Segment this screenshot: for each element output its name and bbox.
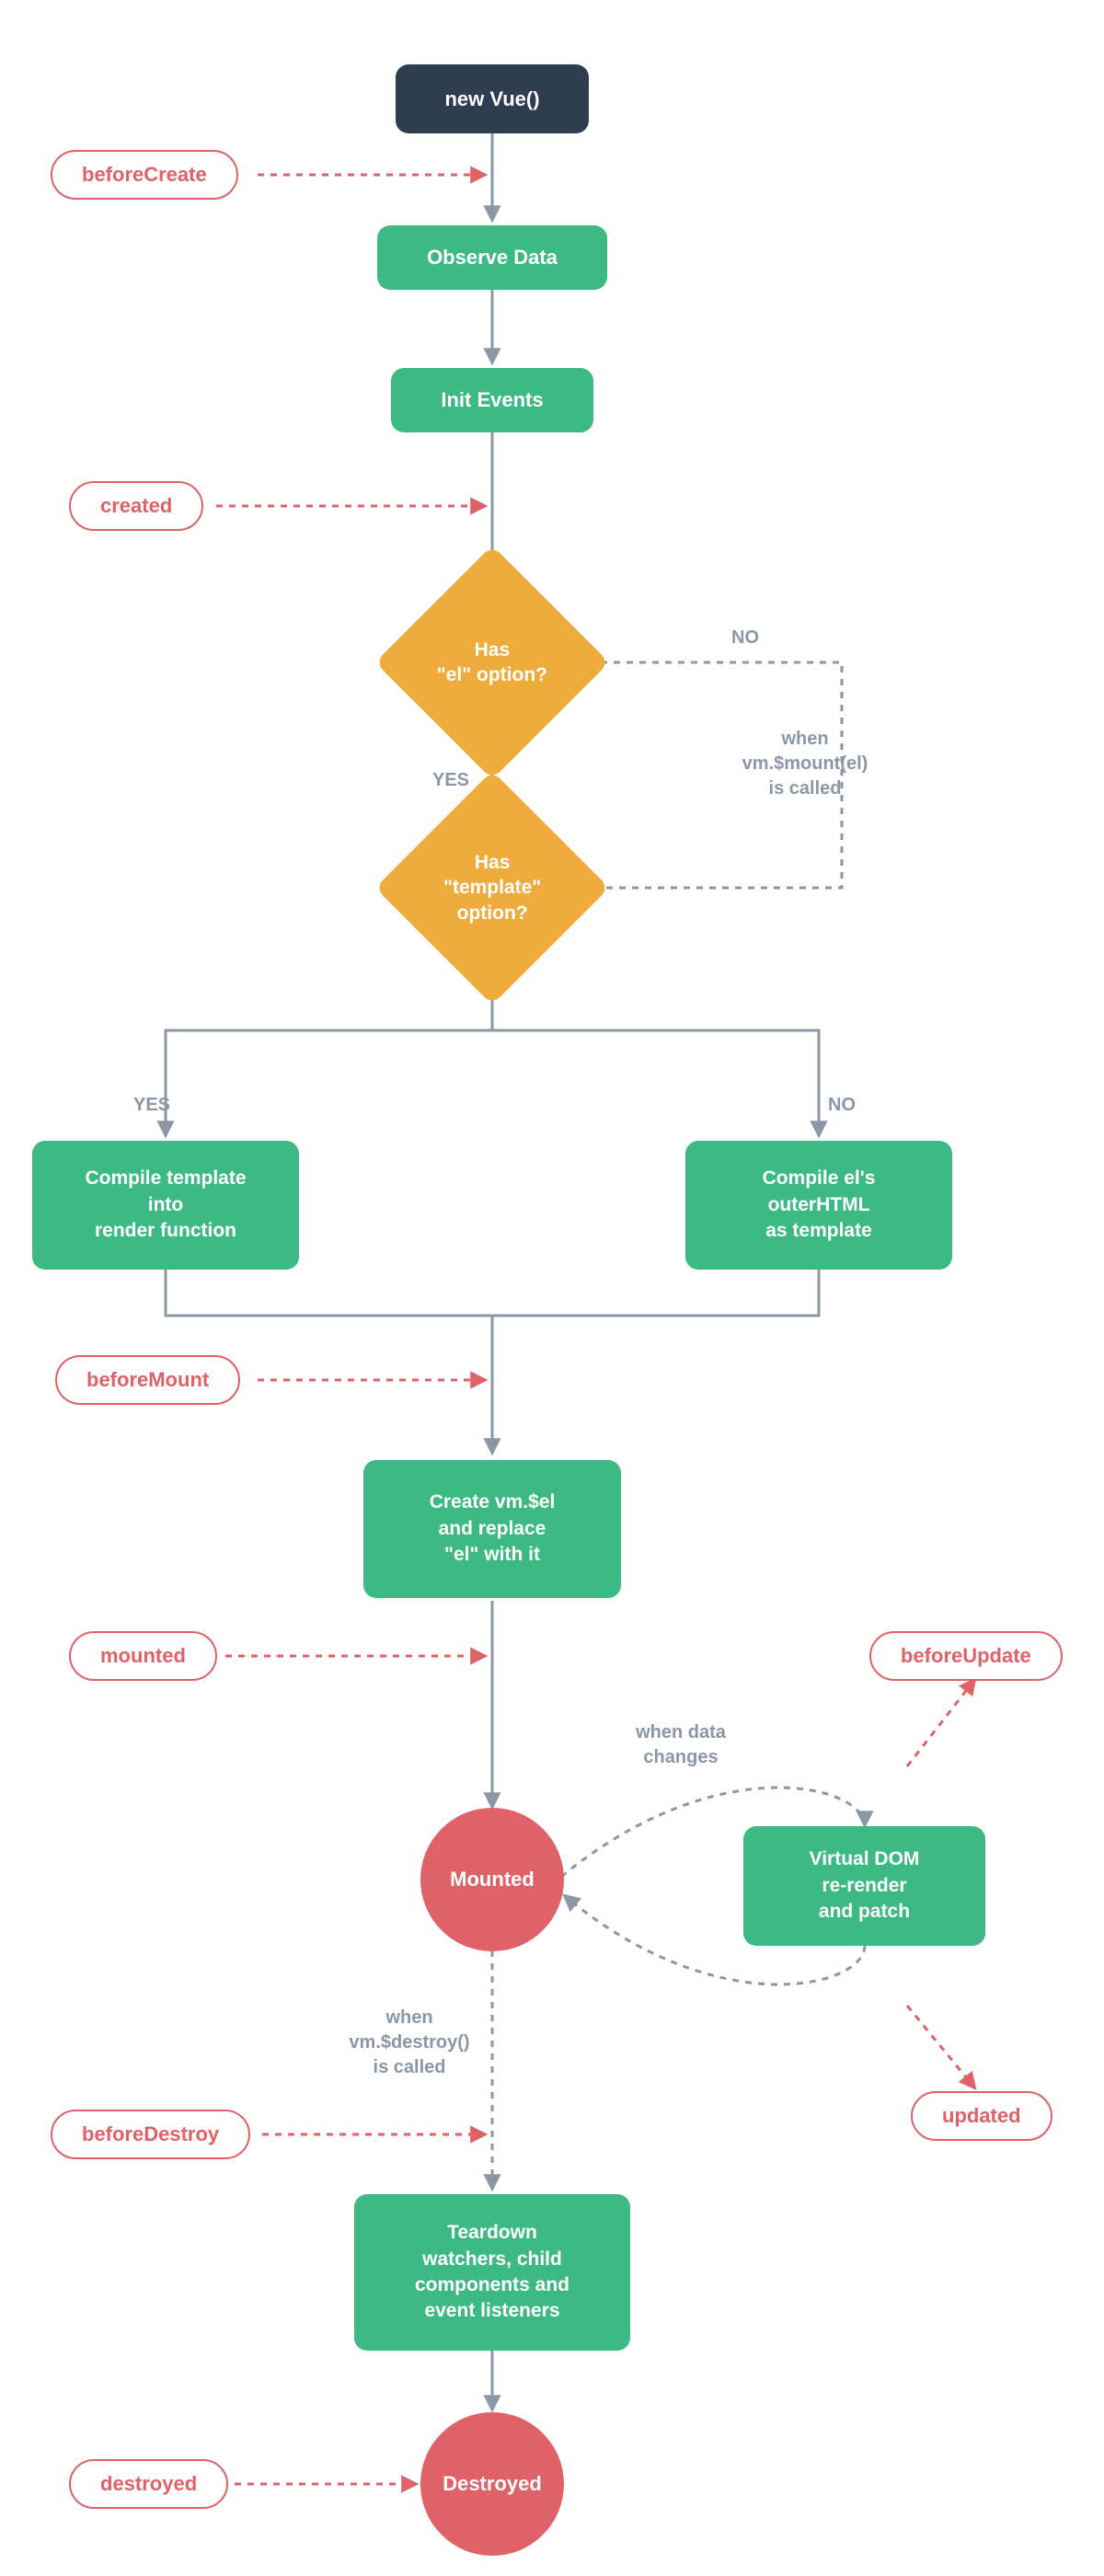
hook-label: updated: [942, 2104, 1021, 2128]
hook-before-update: beforeUpdate: [869, 1631, 1063, 1681]
hook-before-mount: beforeMount: [55, 1355, 240, 1405]
node-label: Has "template" option?: [443, 850, 541, 926]
node-init-events: Init Events: [391, 368, 593, 432]
hook-label: mounted: [100, 1644, 186, 1668]
hook-mounted: mounted: [69, 1631, 217, 1681]
node-new-vue: new Vue(): [396, 64, 589, 133]
hook-label: beforeDestroy: [82, 2122, 219, 2146]
label-yes-template: YES: [133, 1093, 170, 1118]
label-no-template: NO: [828, 1093, 856, 1118]
node-label: Destroyed: [443, 2470, 542, 2498]
label-no-el: NO: [731, 626, 759, 650]
node-label: Observe Data: [427, 244, 558, 271]
node-observe-data: Observe Data: [377, 225, 607, 290]
label-when-mount: when vm.$mount(el) is called: [699, 727, 911, 801]
node-label: Compile el's outerHTML as template: [763, 1166, 876, 1244]
node-label: Create vm.$el and replace "el" with it: [430, 1489, 556, 1568]
node-label: Teardown watchers, child components and …: [415, 2220, 569, 2324]
node-label: Init Events: [441, 386, 543, 414]
hook-label: beforeUpdate: [901, 1644, 1031, 1668]
label-when-destroy: when vm.$destroy() is called: [317, 2006, 501, 2080]
lifecycle-diagram: new Vue() Observe Data Init Events Has "…: [0, 0, 1104, 2576]
node-label: Virtual DOM re-render and patch: [810, 1846, 920, 1925]
hook-label: beforeCreate: [82, 163, 207, 187]
node-create-vm-el: Create vm.$el and replace "el" with it: [363, 1460, 621, 1598]
node-teardown: Teardown watchers, child components and …: [354, 2194, 630, 2351]
node-compile-el-outerhtml: Compile el's outerHTML as template: [685, 1141, 952, 1270]
hook-destroyed: destroyed: [69, 2459, 228, 2509]
label-when-data-changes: when data changes: [598, 1720, 764, 1770]
label-yes-el: YES: [432, 768, 469, 793]
node-has-el-option: Has "el" option?: [375, 546, 610, 780]
hook-updated: updated: [911, 2091, 1052, 2141]
node-label: Has "el" option?: [437, 638, 547, 688]
node-label: Mounted: [450, 1866, 535, 1893]
hook-before-create: beforeCreate: [51, 150, 238, 200]
hook-label: created: [100, 494, 172, 518]
node-label: Compile template into render function: [85, 1166, 246, 1244]
node-compile-template: Compile template into render function: [32, 1141, 299, 1270]
node-virtual-dom: Virtual DOM re-render and patch: [743, 1826, 985, 1946]
node-mounted-circle: Mounted: [420, 1808, 564, 1951]
node-has-template-option: Has "template" option?: [375, 771, 610, 1006]
hook-label: destroyed: [100, 2472, 197, 2496]
hook-label: beforeMount: [86, 1368, 209, 1392]
node-destroyed-circle: Destroyed: [420, 2412, 564, 2556]
hook-before-destroy: beforeDestroy: [51, 2110, 250, 2159]
node-label: new Vue(): [444, 86, 539, 113]
hook-created: created: [69, 481, 203, 531]
